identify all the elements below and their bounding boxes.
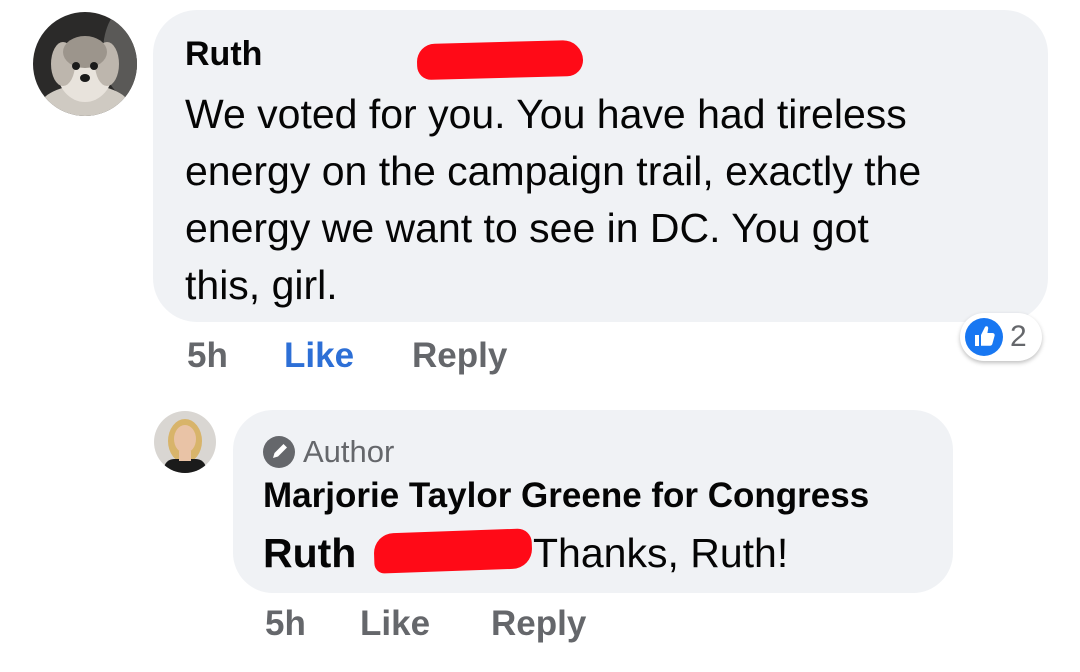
reply-mention-line: Ruth: [263, 528, 356, 578]
reply-reply-button[interactable]: Reply: [491, 604, 586, 644]
author-badge: Author: [263, 434, 394, 470]
comment-text: We voted for you. You have had tireless …: [185, 91, 922, 308]
comment-thread: Ruth We voted for you. You have had tire…: [0, 0, 1080, 672]
comment-author-name[interactable]: Ruth: [185, 34, 262, 74]
reaction-count: 2: [1010, 320, 1027, 353]
reply-timestamp[interactable]: 5h: [265, 604, 306, 644]
reaction-count-pill[interactable]: 2: [960, 313, 1042, 361]
page-avatar[interactable]: [154, 411, 216, 473]
comment-bubble: Ruth We voted for you. You have had tire…: [153, 10, 1048, 322]
comment-like-button[interactable]: Like: [284, 336, 354, 376]
reply-text: Thanks, Ruth!: [533, 530, 789, 576]
commenter-avatar[interactable]: [33, 12, 137, 116]
dog-avatar-image: [33, 12, 137, 116]
comment-reply-button[interactable]: Reply: [412, 336, 507, 376]
redaction-mark: [373, 528, 533, 574]
comment-timestamp[interactable]: 5h: [187, 336, 228, 376]
author-badge-label: Author: [303, 434, 395, 469]
reply-bubble: Author Marjorie Taylor Greene for Congre…: [233, 410, 953, 593]
pencil-icon: [263, 436, 295, 468]
thumbs-up-icon: [965, 318, 1003, 356]
mentioned-user[interactable]: Ruth: [263, 530, 356, 576]
woman-avatar-image: [154, 411, 216, 473]
reply-like-button[interactable]: Like: [360, 604, 430, 644]
reply-author-name[interactable]: Marjorie Taylor Greene for Congress: [263, 474, 869, 518]
redaction-mark: [416, 39, 584, 81]
